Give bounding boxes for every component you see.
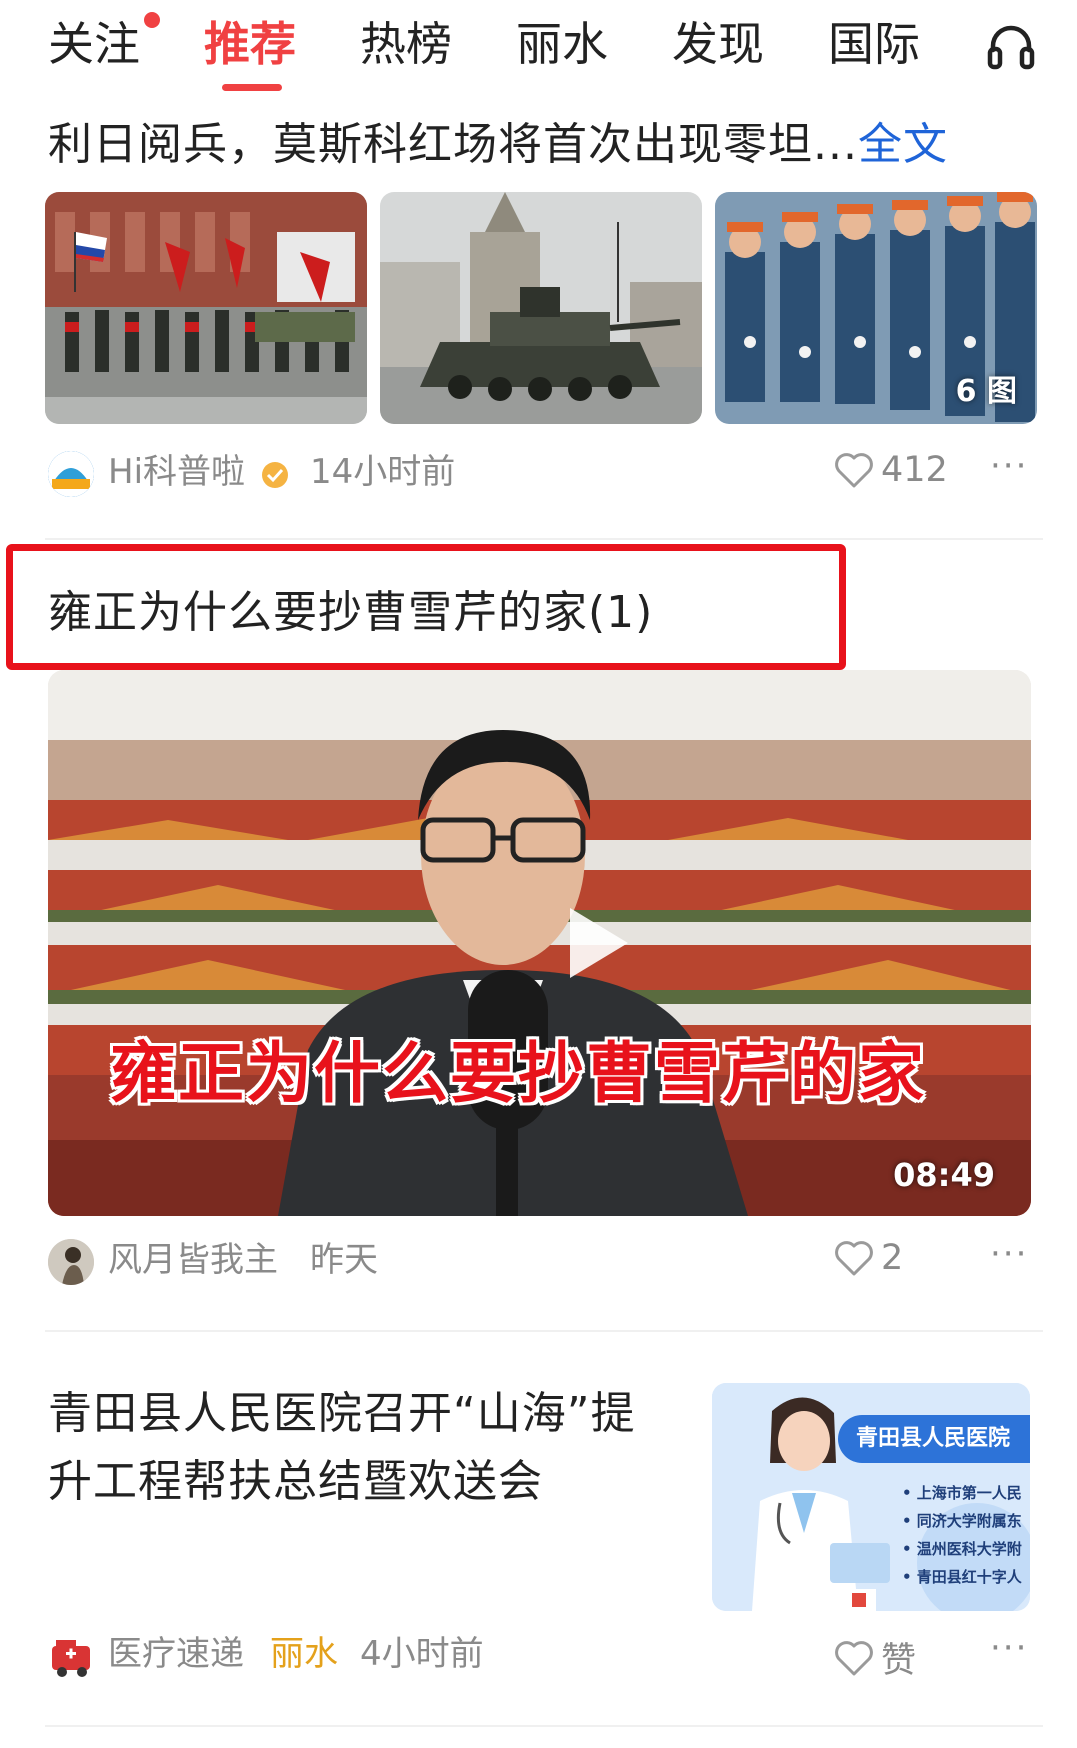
tab-follow[interactable]: 关注 <box>48 14 140 74</box>
tab-international[interactable]: 国际 <box>828 14 920 74</box>
like-button[interactable]: 2 <box>833 1238 903 1278</box>
heart-icon <box>835 453 873 488</box>
article-title[interactable]: 利日阅兵，莫斯科红场将首次出现零坦...全文 <box>48 112 948 178</box>
thumbnail-bullet-list: • 上海市第一人民 • 同济大学附属东 • 温州医科大学附 • 青田县红十字人 <box>902 1484 1022 1586</box>
tab-discover[interactable]: 发现 <box>672 14 764 74</box>
top-tab-bar: 关注 推荐 热榜 丽水 发现 国际 <box>0 0 1077 92</box>
card-divider <box>45 538 1043 540</box>
headphone-icon[interactable] <box>985 20 1037 72</box>
like-count: 2 <box>881 1238 904 1278</box>
publish-time: 4小时前 <box>360 1634 484 1674</box>
author-name[interactable]: Hi科普啦 <box>108 450 245 494</box>
author-name[interactable]: 医疗速递 <box>108 1632 244 1676</box>
more-options-button[interactable]: ··· <box>990 446 1028 486</box>
avatar[interactable] <box>48 1239 94 1285</box>
video-player[interactable]: 雍正为什么要抄曹雪芹的家 08:49 <box>48 670 1031 1216</box>
author-name[interactable]: 风月皆我主 <box>108 1238 278 1282</box>
active-tab-indicator <box>222 84 282 91</box>
heart-icon <box>835 1241 873 1276</box>
card-divider <box>45 1725 1043 1727</box>
full-text-link[interactable]: 全文 <box>858 119 948 170</box>
like-button[interactable]: 赞 <box>833 1632 916 1683</box>
more-options-button[interactable]: ··· <box>990 1234 1028 1274</box>
like-label: 赞 <box>881 1641 917 1681</box>
notification-dot <box>144 12 160 28</box>
tab-lishui[interactable]: 丽水 <box>516 14 608 74</box>
publish-time: 昨天 <box>310 1240 378 1280</box>
article-image-3[interactable]: 6 图 <box>715 192 1037 424</box>
article-thumbnail[interactable]: 青田县人民医院 • 上海市第一人民 • 同济大学附属东 • 温州医科大学附 • … <box>712 1383 1030 1611</box>
video-duration: 08:49 <box>893 1156 995 1194</box>
tab-recommend[interactable]: 推荐 <box>204 14 296 74</box>
image-count-label: 6 图 <box>955 374 1017 409</box>
article-image-1[interactable] <box>45 192 367 424</box>
avatar[interactable] <box>48 451 94 497</box>
verified-badge-icon <box>262 462 288 488</box>
article-image-2[interactable] <box>380 192 702 424</box>
tab-hot-list[interactable]: 热榜 <box>360 14 452 74</box>
publish-time: 14小时前 <box>310 452 456 492</box>
like-count: 412 <box>881 450 948 490</box>
video-caption: 雍正为什么要抄曹雪芹的家 <box>110 1035 926 1112</box>
location-tag[interactable]: 丽水 <box>270 1632 338 1676</box>
like-button[interactable]: 412 <box>833 450 948 490</box>
heart-icon <box>835 1640 873 1675</box>
article-title[interactable]: 青田县人民医院召开“山海”提 升工程帮扶总结暨欢送会 <box>48 1380 636 1516</box>
avatar[interactable] <box>48 1632 94 1678</box>
video-title[interactable]: 雍正为什么要抄曹雪芹的家(1) <box>48 580 653 646</box>
card-divider <box>45 1330 1043 1332</box>
hospital-badge: 青田县人民医院 <box>838 1415 1030 1463</box>
more-options-button[interactable]: ··· <box>990 1628 1028 1668</box>
play-icon[interactable] <box>548 898 638 988</box>
